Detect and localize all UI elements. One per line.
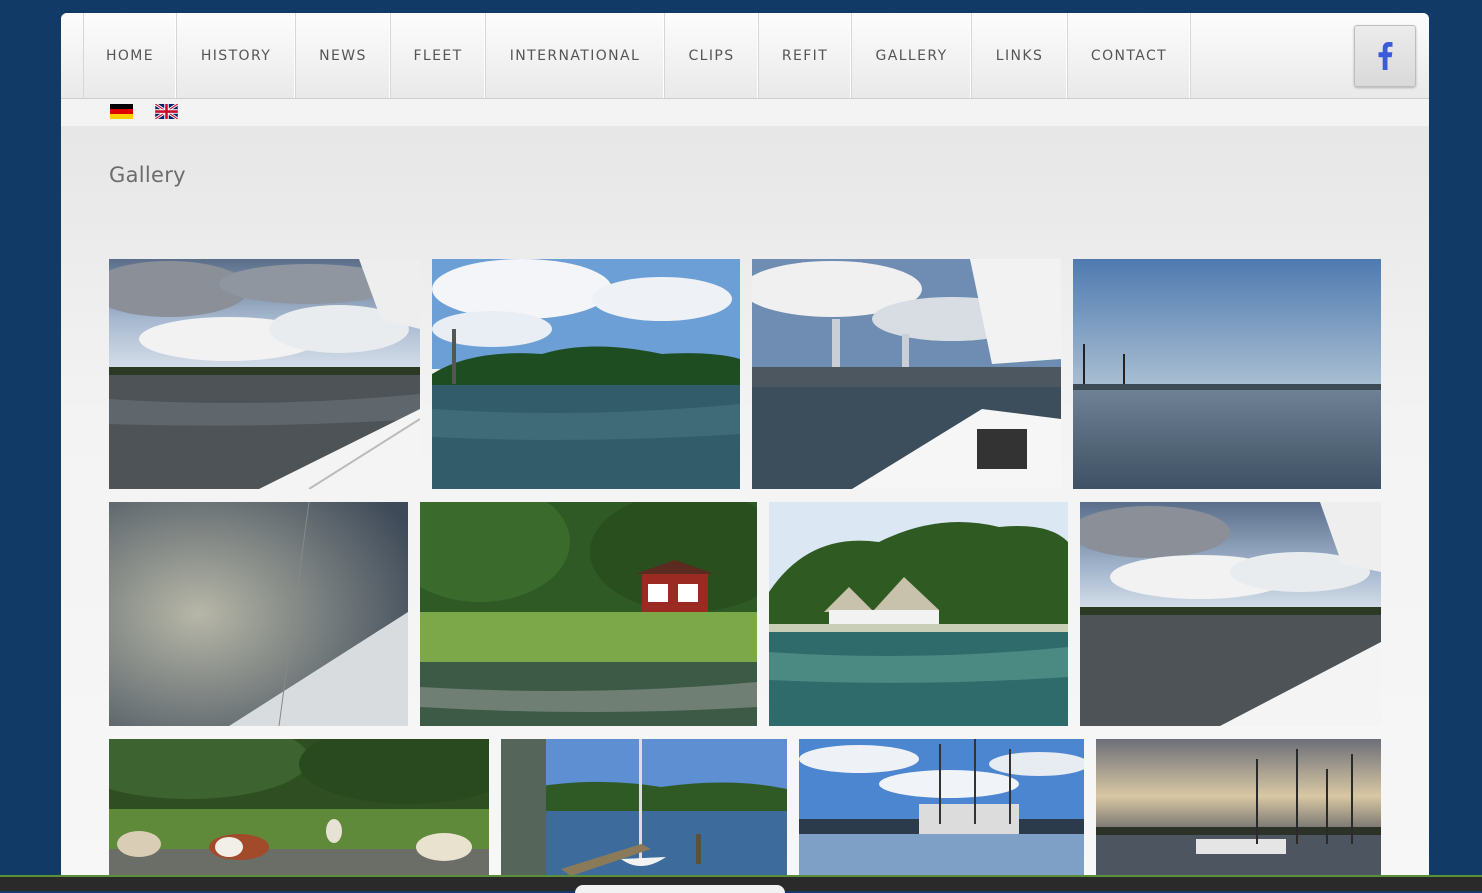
gallery-photo[interactable]: [752, 259, 1061, 489]
top-navigation-bar: HOME HISTORY NEWS FLEET INTERNATIONAL CL…: [61, 13, 1429, 99]
gallery-photo[interactable]: [769, 502, 1068, 726]
nav-clips[interactable]: CLIPS: [665, 13, 759, 98]
gallery-photo[interactable]: [799, 739, 1084, 876]
language-bar: [61, 99, 1429, 126]
nav-links[interactable]: LINKS: [972, 13, 1068, 98]
taskbar-pill: [575, 885, 785, 893]
main-menu: HOME HISTORY NEWS FLEET INTERNATIONAL CL…: [83, 13, 1191, 98]
page-container: HOME HISTORY NEWS FLEET INTERNATIONAL CL…: [61, 13, 1429, 889]
nav-contact[interactable]: CONTACT: [1068, 13, 1191, 98]
gallery-photo[interactable]: [1096, 739, 1381, 876]
nav-history[interactable]: HISTORY: [177, 13, 296, 98]
gallery-photo[interactable]: [109, 739, 489, 876]
facebook-button[interactable]: [1354, 25, 1416, 87]
nav-international[interactable]: INTERNATIONAL: [486, 13, 665, 98]
gallery-photo[interactable]: [432, 259, 740, 489]
gallery-photo[interactable]: [1080, 502, 1381, 726]
nav-refit[interactable]: REFIT: [759, 13, 852, 98]
gallery-photo[interactable]: [1073, 259, 1381, 489]
gallery-photo[interactable]: [501, 739, 787, 876]
nav-fleet[interactable]: FLEET: [391, 13, 486, 98]
gallery-photo[interactable]: [109, 259, 420, 489]
page-title: Gallery: [109, 163, 186, 187]
gallery-photo[interactable]: [420, 502, 757, 726]
english-flag-icon[interactable]: [155, 104, 178, 119]
gallery-photo[interactable]: [109, 502, 408, 726]
german-flag-icon[interactable]: [110, 104, 133, 119]
facebook-icon: [1378, 42, 1393, 70]
nav-gallery[interactable]: GALLERY: [852, 13, 972, 98]
nav-news[interactable]: NEWS: [296, 13, 391, 98]
nav-home[interactable]: HOME: [84, 13, 177, 98]
